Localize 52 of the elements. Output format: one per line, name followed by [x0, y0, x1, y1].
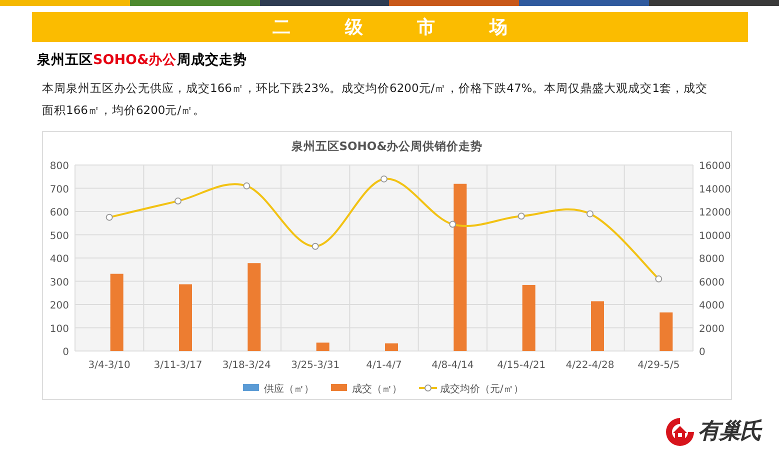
axis-tick-label: 200 [50, 300, 69, 312]
axis-tick-label: 400 [50, 254, 69, 265]
chart-title: 泉州五区SOHO&办公周供销价走势 [291, 139, 483, 153]
bar [522, 284, 536, 351]
bar [591, 301, 604, 351]
axis-tick-label: 3/25-3/31 [291, 360, 340, 371]
axis-tick-label: 500 [50, 230, 69, 242]
axis-tick-label: 6000 [699, 277, 724, 288]
axis-tick-label: 800 [50, 161, 69, 172]
data-point [243, 182, 250, 190]
legend-swatch [331, 384, 347, 391]
axis-tick-label: 10000 [699, 230, 731, 242]
axis-tick-label: 3/11-3/17 [154, 360, 202, 371]
axis-tick-label: 4/29-5/5 [638, 360, 680, 371]
axis-tick-label: 8000 [699, 254, 724, 265]
axis-tick-label: 0 [62, 347, 69, 358]
data-point [106, 214, 113, 221]
axis-tick-label: 4/8-4/14 [432, 360, 474, 371]
legend-label: 成交均价（元/㎡） [440, 384, 524, 395]
axis-tick-label: 700 [50, 184, 69, 196]
data-point [449, 220, 456, 228]
axis-tick-label: 4/15-4/21 [497, 360, 546, 371]
axis-tick-label: 12000 [699, 208, 731, 218]
bar [316, 342, 330, 351]
legend-marker [424, 384, 432, 392]
data-point [312, 242, 319, 250]
bar [660, 312, 673, 351]
axis-tick-label: 14000 [699, 184, 731, 196]
axis-tick-label: 3/4-3/10 [88, 360, 130, 371]
axis-tick-label: 3/18-3/24 [222, 360, 271, 371]
axis-tick-label: 0 [699, 347, 706, 358]
house-logo-icon [664, 416, 696, 446]
data-point [518, 212, 525, 220]
legend-swatch [243, 384, 259, 391]
section-heading: 泉州五区SOHO&办公周成交走势 [37, 51, 248, 69]
summary-paragraph: 本周泉州五区办公无供应，成交166㎡，环比下跌23%。成交均价6200元/㎡，价格下跌47%。本周仅鼎盛大观成交1套，成交面积166㎡，均价6200元/㎡。 [42, 80, 709, 119]
axis-tick-label: 4000 [699, 300, 724, 312]
legend-label: 成交（㎡） [352, 384, 402, 395]
axis-tick-label: 16000 [699, 161, 731, 172]
axis-tick-label: 100 [50, 324, 69, 335]
logo-text: 有巢氏 [698, 418, 761, 446]
bar [179, 284, 192, 351]
data-point [174, 198, 182, 205]
axis-tick-label: 4/1-4/7 [366, 360, 402, 371]
axis-tick-label: 600 [50, 208, 69, 218]
banner-title: 二 级 市 场 [272, 16, 508, 39]
data-point [655, 275, 662, 282]
axis-tick-label: 300 [50, 277, 69, 288]
axis-tick-label: 4/22-4/28 [566, 360, 614, 371]
axis-tick-label: 2000 [699, 324, 724, 335]
data-point [586, 210, 594, 218]
legend-label: 供应（㎡） [264, 384, 314, 395]
